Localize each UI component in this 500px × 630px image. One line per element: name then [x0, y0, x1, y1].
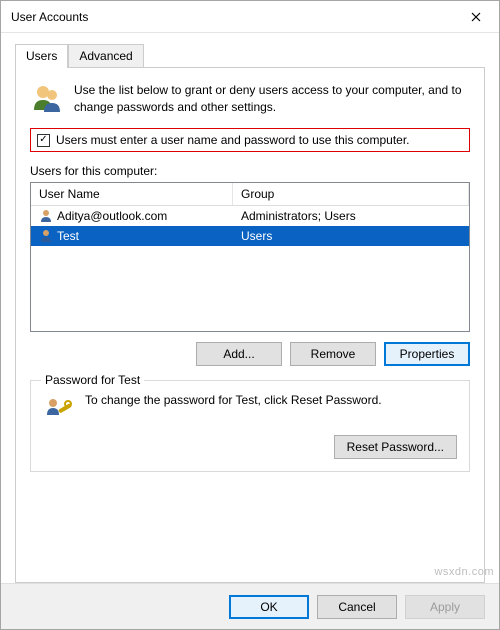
user-icon	[39, 229, 53, 243]
user-buttons-row: Add... Remove Properties	[30, 342, 470, 366]
user-name-cell: Test	[57, 229, 79, 243]
column-header-group[interactable]: Group	[233, 183, 469, 205]
cancel-button[interactable]: Cancel	[317, 595, 397, 619]
users-list-rows: Aditya@outlook.com Administrators; Users…	[31, 206, 469, 331]
tab-advanced[interactable]: Advanced	[68, 44, 143, 68]
user-name-cell: Aditya@outlook.com	[57, 209, 167, 223]
close-button[interactable]	[453, 1, 499, 33]
titlebar: User Accounts	[1, 1, 499, 33]
tab-panel-users: Use the list below to grant or deny user…	[15, 67, 485, 583]
intro-row: Use the list below to grant or deny user…	[30, 82, 470, 116]
password-group-text: To change the password for Test, click R…	[85, 393, 457, 407]
tab-strip: Users Advanced	[15, 44, 485, 68]
close-icon	[471, 12, 481, 22]
key-icon	[43, 393, 75, 425]
users-list-label: Users for this computer:	[30, 164, 470, 178]
list-item[interactable]: Test Users	[31, 226, 469, 246]
require-password-row: ✓ Users must enter a user name and passw…	[30, 128, 470, 152]
users-list[interactable]: User Name Group Aditya@outlook.com Admin…	[30, 182, 470, 332]
checkmark-icon: ✓	[39, 135, 47, 145]
reset-password-button[interactable]: Reset Password...	[334, 435, 457, 459]
password-group-legend: Password for Test	[41, 373, 144, 387]
users-icon	[30, 82, 64, 116]
list-item[interactable]: Aditya@outlook.com Administrators; Users	[31, 206, 469, 226]
window-title: User Accounts	[11, 10, 88, 24]
password-groupbox: Password for Test To change the password…	[30, 380, 470, 472]
tab-users[interactable]: Users	[15, 44, 68, 68]
user-accounts-window: User Accounts Users Advanced Use the li	[0, 0, 500, 630]
require-password-label: Users must enter a user name and passwor…	[56, 133, 410, 147]
user-icon	[39, 209, 53, 223]
users-list-header: User Name Group	[31, 183, 469, 206]
require-password-checkbox[interactable]: ✓	[37, 134, 50, 147]
apply-button[interactable]: Apply	[405, 595, 485, 619]
column-header-username[interactable]: User Name	[31, 183, 233, 205]
dialog-content: Users Advanced Use the list below to gra…	[1, 33, 499, 583]
user-group-cell: Users	[233, 227, 469, 245]
ok-button[interactable]: OK	[229, 595, 309, 619]
add-button[interactable]: Add...	[196, 342, 282, 366]
remove-button[interactable]: Remove	[290, 342, 376, 366]
intro-text: Use the list below to grant or deny user…	[74, 82, 470, 116]
dialog-button-bar: OK Cancel Apply	[1, 583, 499, 629]
user-group-cell: Administrators; Users	[233, 207, 469, 225]
properties-button[interactable]: Properties	[384, 342, 470, 366]
